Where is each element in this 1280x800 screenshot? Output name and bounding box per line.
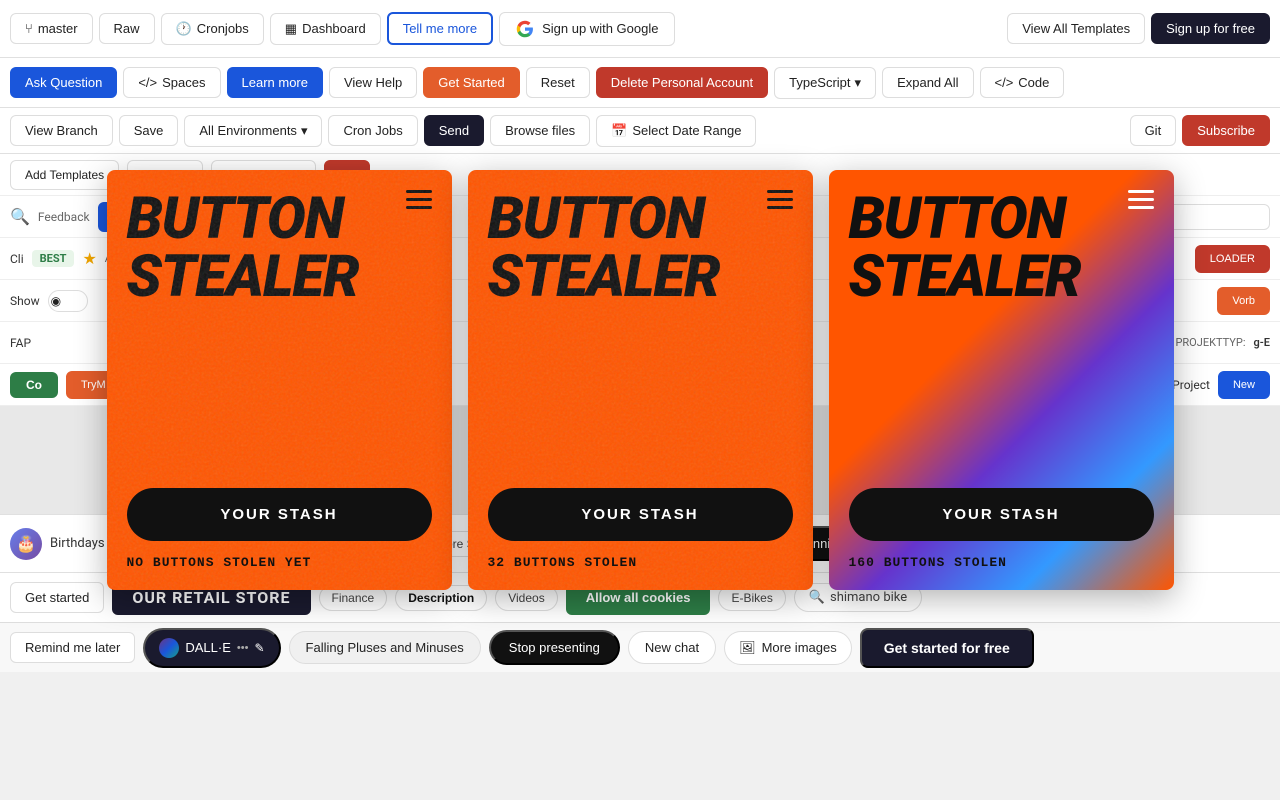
card-1-count: NO BUTTONS STOLEN YET — [127, 555, 432, 570]
card-1-menu-icon[interactable] — [406, 190, 432, 209]
card-3-header: BUTTON STEALER — [849, 190, 1154, 306]
typescript-button[interactable]: TypeScript ▾ — [774, 67, 876, 99]
remind-later-button[interactable]: Remind me later — [10, 632, 135, 663]
clock-icon: 🕐 — [176, 21, 192, 37]
stealer-card-2: BUTTON STEALER YOUR STASH 32 BUTTONS STO… — [468, 170, 813, 590]
chevron-down-icon: ▾ — [855, 75, 862, 91]
branch-icon: ⑂ — [25, 21, 33, 36]
stop-presenting-button[interactable]: Stop presenting — [489, 630, 620, 665]
tell-me-more-button[interactable]: Tell me more — [387, 12, 493, 45]
topbar-2: Ask Question </> Spaces Learn more View … — [0, 58, 1280, 108]
view-help-button[interactable]: View Help — [329, 67, 417, 98]
card-1-bottom: YOUR STASH NO BUTTONS STOLEN YET — [127, 488, 432, 570]
card-1-header: BUTTON STEALER — [127, 190, 432, 306]
card-2-menu-icon[interactable] — [767, 190, 793, 209]
card-3-menu-icon[interactable] — [1128, 190, 1154, 209]
topbar-1: ⑂ master Raw 🕐 Cronjobs ▦ Dashboard Tell… — [0, 0, 1280, 58]
card-3-bottom: YOUR STASH 160 BUTTONS STOLEN — [849, 488, 1154, 570]
footer-bar: Remind me later DALL·E ••• ✎ Falling Plu… — [0, 622, 1280, 672]
code-icon-2: </> — [995, 75, 1014, 90]
view-templates-button[interactable]: View All Templates — [1007, 13, 1145, 44]
ask-question-button[interactable]: Ask Question — [10, 67, 117, 98]
stealer-card-1: BUTTON STEALER YOUR STASH NO BUTTONS STO… — [107, 170, 452, 590]
dall-e-button[interactable]: DALL·E ••• ✎ — [143, 628, 280, 668]
card-2-bottom: YOUR STASH 32 BUTTONS STOLEN — [488, 488, 793, 570]
send-button[interactable]: Send — [424, 115, 484, 146]
more-images-button[interactable]: 🖼 More images — [724, 631, 852, 665]
subscribe-button[interactable]: Subscribe — [1182, 115, 1270, 146]
git-button[interactable]: Git — [1130, 115, 1177, 146]
overlay-container: BUTTON STEALER YOUR STASH NO BUTTONS STO… — [0, 170, 1280, 590]
topbar-3: View Branch Save All Environments ▾ Cron… — [0, 108, 1280, 154]
search-icon-3: 🔍 — [809, 590, 825, 605]
dashboard-button[interactable]: ▦ Dashboard — [270, 13, 381, 45]
more-icon: ••• — [237, 642, 249, 654]
google-icon — [516, 20, 534, 38]
raw-button[interactable]: Raw — [99, 13, 155, 44]
spaces-button[interactable]: </> Spaces — [123, 67, 220, 98]
code-button[interactable]: </> Code — [980, 67, 1065, 98]
card-1-stash-button[interactable]: YOUR STASH — [127, 488, 432, 541]
card-3-count: 160 BUTTONS STOLEN — [849, 555, 1154, 570]
card-3-stash-button[interactable]: YOUR STASH — [849, 488, 1154, 541]
browse-files-button[interactable]: Browse files — [490, 115, 590, 146]
select-date-button[interactable]: 📅 Select Date Range — [596, 115, 756, 147]
reset-button[interactable]: Reset — [526, 67, 590, 98]
dall-e-icon — [159, 638, 179, 658]
get-started-free-button[interactable]: Get started for free — [860, 628, 1034, 668]
google-signup-button[interactable]: Sign up with Google — [499, 12, 675, 46]
stealer-card-3: BUTTON STEALER YOUR STASH 160 BUTTONS ST… — [829, 170, 1174, 590]
card-1-title: BUTTON STEALER — [127, 190, 406, 306]
new-chat-button[interactable]: New chat — [628, 631, 716, 664]
sign-up-free-button[interactable]: Sign up for free — [1151, 13, 1270, 44]
code-icon: </> — [138, 75, 157, 90]
expand-all-button[interactable]: Expand All — [882, 67, 973, 98]
card-2-header: BUTTON STEALER — [488, 190, 793, 306]
card-2-count: 32 BUTTONS STOLEN — [488, 555, 793, 570]
learn-more-button[interactable]: Learn more — [227, 67, 323, 98]
get-started-button[interactable]: Get Started — [423, 67, 519, 98]
card-2-stash-button[interactable]: YOUR STASH — [488, 488, 793, 541]
edit-icon: ✎ — [254, 641, 264, 655]
chevron-down-icon-2: ▾ — [301, 123, 308, 139]
image-icon: 🖼 — [739, 640, 756, 656]
falling-button[interactable]: Falling Pluses and Minuses — [289, 631, 481, 664]
delete-account-button[interactable]: Delete Personal Account — [596, 67, 768, 98]
calendar-icon: 📅 — [611, 123, 627, 139]
cronjobs-button[interactable]: 🕐 Cronjobs — [161, 13, 264, 45]
save-button[interactable]: Save — [119, 115, 179, 146]
grid-icon: ▦ — [285, 21, 297, 37]
master-button[interactable]: ⑂ master — [10, 13, 93, 44]
card-3-title: BUTTON STEALER — [849, 190, 1128, 306]
cron-jobs-button[interactable]: Cron Jobs — [328, 115, 417, 146]
card-2-title: BUTTON STEALER — [488, 190, 767, 306]
view-branch-button[interactable]: View Branch — [10, 115, 113, 146]
all-environments-button[interactable]: All Environments ▾ — [184, 115, 322, 147]
